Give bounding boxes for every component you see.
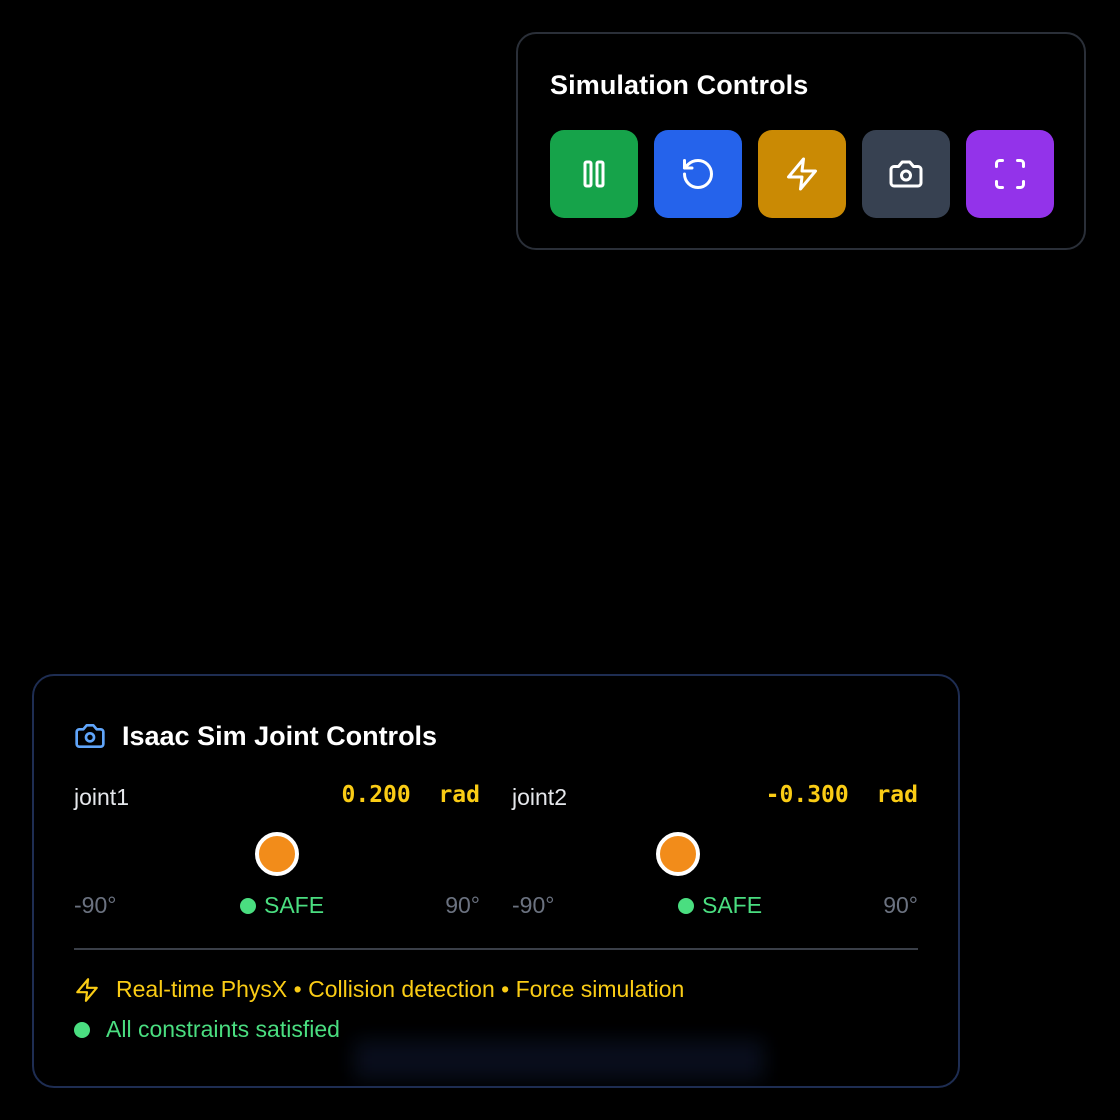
simulation-controls-title: Simulation Controls (550, 70, 809, 100)
zap-icon (76, 977, 98, 1002)
status-badge: SAFE (240, 892, 324, 919)
joint-control: joint1 0.200 rad -90° SAFE 90° (74, 782, 480, 922)
status-dot (678, 897, 694, 914)
status-dot (74, 1021, 90, 1038)
joint-name: joint2 (512, 784, 567, 810)
camera-icon (889, 160, 923, 188)
apply-force-button[interactable] (758, 130, 846, 218)
divider (74, 948, 918, 950)
joint-value-unit: rad (876, 782, 918, 808)
rotate-ccw-icon (683, 159, 713, 189)
reset-button[interactable] (654, 130, 742, 218)
physics-features-text: Real-time PhysX • Collision detection • … (116, 976, 685, 1002)
joint-controls-title: Isaac Sim Joint Controls (122, 720, 438, 751)
simulation-button-row (550, 130, 1054, 218)
constraint-status-text: All constraints satisfied (106, 1016, 340, 1042)
status-badge: SAFE (678, 892, 762, 919)
joint-slider-thumb[interactable] (255, 832, 299, 876)
joint-value-number: 0.200 (341, 782, 411, 808)
range-min-label: -90° (512, 892, 555, 918)
joint-controls-panel: Isaac Sim Joint Controls joint1 0.200 ra… (32, 674, 960, 1088)
status-dot (240, 897, 256, 914)
scan-icon (995, 159, 1025, 189)
bottom-glow (354, 1040, 764, 1080)
fullscreen-button[interactable] (966, 130, 1054, 218)
camera-icon (75, 724, 105, 748)
constraint-status: All constraints satisfied (74, 1016, 340, 1043)
pause-button[interactable] (550, 130, 638, 218)
joint-slider-thumb[interactable] (656, 832, 701, 876)
joint-control: joint2 -0.300 rad -90° SAFE 90° (512, 782, 918, 922)
joint-controls-header: Isaac Sim Joint Controls (74, 720, 437, 752)
joint-value-number: -0.300 (765, 782, 849, 808)
joint-value: 0.200 rad (342, 782, 481, 808)
joint-value-unit: rad (438, 782, 480, 808)
joint-value: -0.300 rad (766, 782, 918, 808)
physics-features: Real-time PhysX • Collision detection • … (74, 976, 684, 1003)
joint-name: joint1 (74, 784, 129, 810)
joint-slider[interactable] (512, 855, 918, 859)
app-canvas: Simulation Controls Isaac Sim Joint Cont… (0, 0, 1120, 1120)
pause-icon (583, 160, 605, 188)
range-max-label: 90° (445, 892, 480, 918)
range-min-label: -90° (74, 892, 117, 918)
status-label: SAFE (264, 892, 325, 918)
zap-icon (787, 157, 817, 191)
status-label: SAFE (702, 892, 763, 918)
simulation-controls-panel: Simulation Controls (516, 32, 1086, 250)
range-max-label: 90° (883, 892, 918, 918)
capture-button[interactable] (862, 130, 950, 218)
